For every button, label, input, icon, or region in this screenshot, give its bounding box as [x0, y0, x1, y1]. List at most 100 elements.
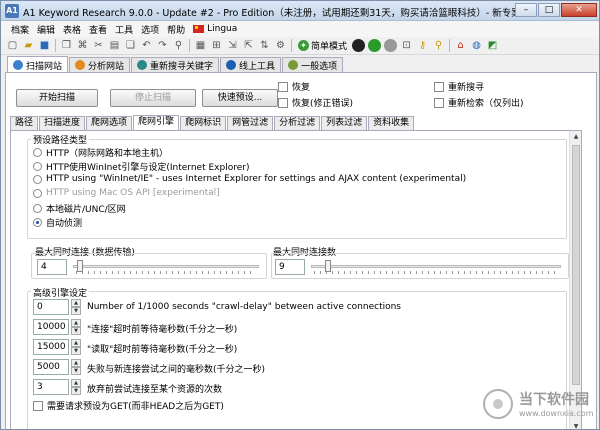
connect-timeout-input[interactable]: 10000 — [33, 319, 69, 335]
home-icon[interactable]: ⌂ — [453, 38, 468, 53]
retry-delay-input[interactable]: 5000 — [33, 359, 69, 375]
save-icon[interactable]: ■ — [37, 38, 52, 53]
read-timeout-input[interactable]: 15000 — [33, 339, 69, 355]
tab-crawl-options[interactable]: 爬网选项 — [86, 116, 133, 130]
undo-icon[interactable]: ↶ — [139, 38, 154, 53]
radio-http[interactable]: HTTP（网际网路和本地主机） — [33, 146, 168, 159]
paste-icon[interactable]: ▤ — [107, 38, 122, 53]
analyze-icon — [75, 60, 86, 70]
menu-lingua[interactable]: Lingua — [189, 24, 241, 34]
tab-label: 一般选项 — [301, 61, 338, 72]
tree-icon[interactable]: ⊞ — [209, 38, 224, 53]
search-icon[interactable]: ⚲ — [431, 38, 446, 53]
read-timeout-label: "读取"超时前等待毫秒数(千分之一秒) — [87, 345, 238, 355]
radio-dot — [33, 204, 42, 213]
radio-label: HTTP using Mac OS API [experimental] — [46, 188, 220, 198]
duplicate-icon[interactable]: ❏ — [123, 38, 138, 53]
tab-keyword-research[interactable]: 重新搜寻关键字 — [131, 57, 220, 72]
simple-mode-button[interactable]: ✦ 简单模式 — [295, 38, 350, 53]
menu-file[interactable]: 档案 — [7, 23, 33, 36]
tab-data-collection[interactable]: 资料收集 — [368, 116, 415, 130]
radio-local-disk[interactable]: 本地磁片/UNC/区网 — [33, 202, 126, 215]
tab-path[interactable]: 路径 — [10, 116, 39, 130]
retry-delay-spinner[interactable]: ▲ ▼ — [71, 359, 81, 375]
settings-icon[interactable]: ⚙ — [273, 38, 288, 53]
quick-preset-button[interactable]: 快速预设... — [202, 89, 278, 107]
tab-scan-site[interactable]: 扫描网站 — [7, 56, 69, 73]
radio-wininet-ie[interactable]: HTTP using "WinInet/IE" - uses Internet … — [33, 174, 466, 184]
copy-icon[interactable]: ❐ — [59, 38, 74, 53]
max-conn-slider[interactable] — [311, 260, 561, 274]
menu-edit[interactable]: 编辑 — [33, 23, 59, 36]
read-timeout-spinner[interactable]: ▲ ▼ — [71, 339, 81, 355]
crawl-delay-label: Number of 1/1000 seconds "crawl-delay" b… — [87, 302, 401, 312]
max-conn-input[interactable]: 9 — [275, 259, 305, 275]
menu-table[interactable]: 表格 — [59, 23, 85, 36]
get-request-checkbox[interactable]: 需要请求预设为GET(而非HEAD之后为GET) — [33, 399, 224, 412]
retry-delay-label: 失败与新连接尝试之间的毫秒数(千分之一秒) — [87, 365, 266, 375]
tab-online-tools[interactable]: 线上工具 — [220, 57, 282, 72]
tab-list-filter[interactable]: 列表过滤 — [321, 116, 368, 130]
slider-thumb[interactable] — [325, 260, 331, 272]
tab-analyze-site[interactable]: 分析网站 — [69, 57, 131, 72]
tab-webmaster-filter[interactable]: 网管过滤 — [227, 116, 274, 130]
radio-auto-detect[interactable]: 自动侦测 — [33, 216, 82, 229]
radio-mac-os[interactable]: HTTP using Mac OS API [experimental] — [33, 188, 220, 198]
menu-view[interactable]: 查看 — [85, 23, 111, 36]
sort-icon[interactable]: ⇅ — [257, 38, 272, 53]
checkbox-box — [434, 97, 444, 108]
checkbox-box — [33, 400, 43, 411]
sitemap-icon[interactable]: ⌘ — [75, 38, 90, 53]
globe-icon[interactable]: ◍ — [469, 38, 484, 53]
tab-crawl-identity[interactable]: 爬网标识 — [180, 116, 227, 130]
cut-icon[interactable]: ✂ — [91, 38, 106, 53]
grid-icon[interactable]: ▦ — [193, 38, 208, 53]
crawl-delay-spinner[interactable]: ▲ ▼ — [71, 299, 81, 315]
redo-icon[interactable]: ↷ — [155, 38, 170, 53]
cart-icon[interactable]: ⊡ — [399, 38, 414, 53]
re-check-checkbox[interactable]: 重新检索（仅列出) — [434, 96, 524, 109]
start-scan-button[interactable]: 开始扫描 — [16, 89, 98, 107]
tab-analysis-filter[interactable]: 分析过滤 — [274, 116, 321, 130]
max-conn-transfer-input[interactable]: 4 — [37, 259, 67, 275]
stop-scan-button[interactable]: 停止扫描 — [110, 89, 196, 107]
slider-thumb[interactable] — [77, 260, 83, 272]
go-icon[interactable] — [368, 39, 382, 52]
retry-count-spinner[interactable]: ▲ ▼ — [71, 379, 81, 395]
radio-wininet[interactable]: HTTP使用WinInet引擎与设定(Internet Explorer) — [33, 160, 249, 173]
title-bar[interactable]: A1 A1 Keyword Research 9.0.0 - Update #2… — [1, 1, 599, 21]
radio-dot — [33, 148, 42, 157]
stop-icon[interactable] — [352, 39, 366, 52]
export-icon[interactable]: ◩ — [485, 38, 500, 53]
menu-options[interactable]: 选项 — [137, 23, 163, 36]
minimize-button[interactable]: – — [515, 3, 537, 17]
tab-scan-progress[interactable]: 扫描进度 — [39, 116, 86, 130]
max-conn-transfer-slider[interactable] — [73, 260, 259, 274]
radio-dot-selected — [33, 218, 42, 227]
menu-help[interactable]: 帮助 — [163, 23, 189, 36]
checkbox-box — [434, 81, 444, 92]
tab-general-options[interactable]: 一般选项 — [282, 57, 344, 72]
close-button[interactable]: ✕ — [561, 3, 597, 17]
tab-label: 线上工具 — [239, 61, 276, 72]
scroll-thumb[interactable] — [572, 145, 580, 385]
connect-timeout-spinner[interactable]: ▲ ▼ — [71, 319, 81, 335]
link-icon[interactable]: ⚲ — [171, 38, 186, 53]
re-search-checkbox[interactable]: 重新搜寻 — [434, 80, 484, 93]
open-folder-icon[interactable]: ▰ — [21, 38, 36, 53]
refresh-icon[interactable] — [384, 39, 398, 52]
retry-count-input[interactable]: 3 — [33, 379, 69, 395]
maximize-button[interactable]: □ — [538, 3, 560, 17]
collapse-icon[interactable]: ⇱ — [241, 38, 256, 53]
scan-panel: 开始扫描 停止扫描 快速预设... 恢复 恢复(修正错误) 重新搜寻 重新检索（… — [5, 72, 597, 429]
new-file-icon[interactable]: ▢ — [5, 38, 20, 53]
resume-checkbox[interactable]: 恢复 — [278, 80, 310, 93]
key-icon[interactable]: ⚷ — [415, 38, 430, 53]
expand-icon[interactable]: ⇲ — [225, 38, 240, 53]
tab-crawl-engine[interactable]: 爬网引擎 — [133, 115, 180, 131]
crawl-delay-input[interactable]: 0 — [33, 299, 69, 315]
menu-tools[interactable]: 工具 — [111, 23, 137, 36]
retry-count-label: 放弃前尝试连接至某个资源的次数 — [87, 385, 223, 395]
scroll-up-icon[interactable]: ▲ — [571, 132, 581, 142]
resume-fix-checkbox[interactable]: 恢复(修正错误) — [278, 96, 353, 109]
